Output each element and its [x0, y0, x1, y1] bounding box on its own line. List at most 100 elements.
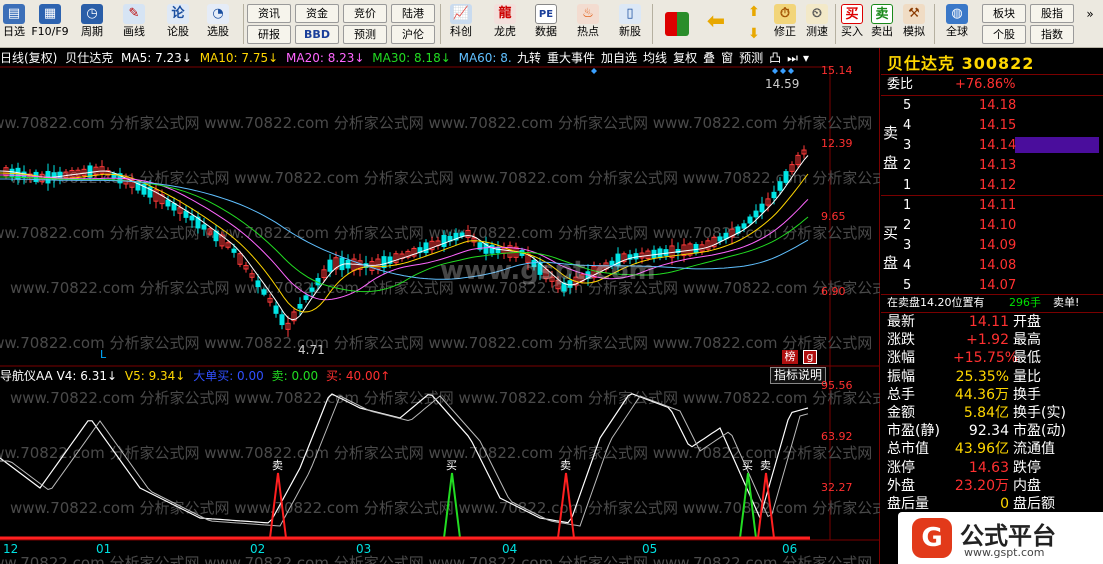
pe-icon: PE [535, 4, 557, 24]
toolbar-ipo-button[interactable]: ▯ 新股 [612, 2, 648, 46]
stat-row: 盘后量 0 盘后额 [887, 496, 1055, 512]
signal-label: 卖 [272, 459, 283, 472]
signal-label: 卖 [760, 459, 771, 472]
quote-panel: 贝仕达克 300822 委比 +76.86% 卖 盘 买 盘 5 14.18 4 14.… [881, 48, 1103, 564]
ask-row[interactable]: 2 14.13 [881, 157, 1103, 175]
ask-row[interactable]: 5 14.18 [881, 97, 1103, 115]
candle-body [279, 314, 285, 326]
g-tag[interactable]: g [803, 350, 817, 364]
stat-row: 金额 5.84亿 换手(实) [887, 405, 1066, 421]
ask-row[interactable]: 4 14.15 [881, 117, 1103, 135]
rank-tag[interactable]: 榜 [782, 350, 798, 364]
kline-chart[interactable]: www.70822.com 分析家公式网 www.70822.com 分析家公式… [0, 48, 880, 564]
candle-body [309, 287, 315, 292]
ma-button[interactable]: 均线 [640, 51, 670, 65]
window-layout-button[interactable] [662, 10, 692, 47]
ma20-label: MA20: 8.23↓ [286, 51, 365, 65]
news-button[interactable]: 资讯 [247, 4, 291, 23]
nine-turn-button[interactable]: 九转 [514, 51, 544, 65]
toolbar-dragon-button[interactable]: 龍龙虎 [486, 2, 524, 46]
indicator-explain-button[interactable]: 指标说明 [770, 367, 826, 384]
toolbar-global-button[interactable]: ◍ 全球 [937, 2, 977, 46]
chart-toolbar: 九转 重大事件 加自选 均线 复权叠窗预测凸 ⏭ ▾ [514, 50, 811, 67]
candle-body [657, 248, 663, 259]
down-button[interactable]: ⬇ [740, 22, 768, 47]
toolbar-daily-button[interactable]: ▤ 日选 [0, 2, 28, 46]
major-events-button[interactable]: 重大事件 [544, 51, 598, 65]
arrow-left-icon: ⬅ [706, 9, 726, 34]
add-watchlist-button[interactable]: 加自选 [598, 51, 640, 65]
bid-row[interactable]: 3 14.09 [881, 237, 1103, 255]
hk-connect-button[interactable]: 陆港 [391, 4, 435, 23]
indicator-bigbuy: 大单买: 0.00 [193, 369, 264, 383]
toolbar-more-button[interactable]: » [1080, 8, 1100, 47]
stat-row: 总手 44.36万 换手 [887, 386, 1041, 403]
divider [881, 74, 1103, 75]
bid-row[interactable]: 5 14.07 [881, 277, 1103, 295]
candle-body [771, 191, 777, 199]
bbd-button[interactable]: BBD [295, 25, 339, 44]
arrow-down-icon: ⬇ [748, 26, 760, 42]
watermark-text: www.70822.com 分析家公式网 www.70822.com 分析家公式… [10, 499, 880, 517]
ma10-label: MA10: 7.75↓ [199, 51, 279, 65]
collapse-icon[interactable]: ⏭ [784, 51, 801, 65]
event-marker-icon [591, 68, 597, 74]
overlay-button[interactable]: 叠 [700, 51, 718, 65]
stock-index-button[interactable]: 股指 [1030, 4, 1074, 23]
toolbar-star-market-button[interactable]: 📈 科创 [442, 2, 480, 46]
indicator-header: 导航仪AA V4: 6.31↓ V5: 9.34↓ 大单买: 0.00 卖: 0… [0, 368, 760, 384]
lock-button[interactable]: 凸 [766, 51, 784, 65]
candle-body [489, 244, 495, 254]
back-button[interactable]: ⬅ [700, 9, 732, 47]
toolbar-discuss-button[interactable]: 论论股 [160, 2, 196, 46]
sector-button[interactable]: 板块 [982, 4, 1026, 23]
forecast-button[interactable]: 预测 [343, 25, 387, 44]
auction-button[interactable]: 竞价 [343, 4, 387, 23]
indicator-tick: 32.27 [821, 481, 853, 494]
time-tick: 04 [502, 542, 518, 556]
toolbar-data-button[interactable]: PE 数据 [528, 2, 564, 46]
chevron-down-icon[interactable]: ▾ [801, 51, 811, 65]
single-stock-button[interactable]: 个股 [982, 25, 1026, 44]
logo-url: www.gspt.com [964, 546, 1045, 559]
bid-row[interactable]: 4 14.08 [881, 257, 1103, 275]
fire-icon: ♨ [577, 4, 599, 24]
toolbar-separator [652, 4, 653, 44]
watermark-text: www.70822.com 分析家公式网 www.70822.com 分析家公式… [10, 389, 880, 407]
toolbar-revise-button[interactable]: ⏱ 修正 [770, 2, 800, 46]
toolbar-simulate-button[interactable]: ⚒ 模拟 [899, 2, 929, 46]
bid-row[interactable]: 1 14.11 [881, 197, 1103, 215]
ask-row[interactable]: 1 14.12 [881, 177, 1103, 195]
stat-row: 涨跌 +1.92 最高 [887, 332, 1041, 349]
candle-body [441, 234, 447, 248]
index-button[interactable]: 指数 [1030, 25, 1074, 44]
toolbar-sell-button[interactable]: 卖卖出 [868, 2, 896, 46]
predict-button[interactable]: 预测 [736, 51, 766, 65]
status-line: 在卖盘14.20位置有 296手 卖单! [887, 296, 1080, 309]
stat-row: 外盘 23.20万 内盘 [887, 477, 1041, 494]
shanghai-london-button[interactable]: 沪伦 [391, 25, 435, 44]
toolbar-draw-button[interactable]: ✎ 画线 [116, 2, 152, 46]
toolbar-buy-button[interactable]: 买买入 [838, 2, 866, 46]
indicator-buy: 买: 40.00↑ [326, 369, 391, 383]
divider [881, 195, 1103, 196]
toolbar-hot-button[interactable]: ♨ 热点 [570, 2, 606, 46]
price-tick: 6.90 [821, 285, 846, 298]
quote-title: 贝仕达克 300822 [887, 54, 1035, 73]
pencil-icon: ✎ [123, 4, 145, 24]
toolbar-speed-button[interactable]: ⏲ 测速 [802, 2, 832, 46]
toolbar-f10-button[interactable]: ▦ F10/F9 [28, 2, 72, 46]
marker-label: L [100, 348, 107, 361]
bid-row[interactable]: 2 14.10 [881, 217, 1103, 235]
adjust-button[interactable]: 复权 [670, 51, 700, 65]
funds-button[interactable]: 资金 [295, 4, 339, 23]
candle-body [201, 224, 207, 230]
toolbar-period-button[interactable]: ◷ 周期 [74, 2, 110, 46]
research-button[interactable]: 研报 [247, 25, 291, 44]
toolbar-select-button[interactable]: ◔ 选股 [198, 2, 238, 46]
window-button[interactable]: 窗 [718, 51, 736, 65]
event-marker-icon [788, 68, 794, 74]
ask-row[interactable]: 3 14.14 [881, 137, 1103, 155]
time-tick: 01 [96, 542, 112, 556]
candle-body [231, 248, 237, 253]
